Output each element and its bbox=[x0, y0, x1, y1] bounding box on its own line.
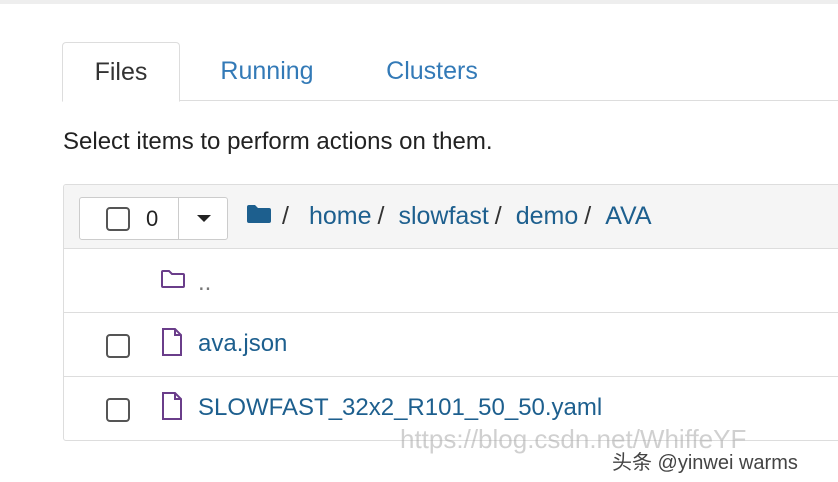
list-item-name[interactable]: ava.json bbox=[198, 330, 287, 358]
tab-clusters[interactable]: Clusters bbox=[372, 42, 492, 101]
select-all-checkbox[interactable] bbox=[106, 207, 130, 231]
selection-hint: Select items to perform actions on them. bbox=[63, 128, 493, 155]
list-item-parent-folder[interactable]: .. bbox=[64, 249, 838, 313]
file-icon bbox=[160, 391, 184, 426]
selected-count: 0 bbox=[146, 206, 159, 231]
tab-running[interactable]: Running bbox=[202, 42, 332, 101]
file-list-header: 0 / home / slowfast / demo / AVA bbox=[64, 185, 838, 249]
select-all-button[interactable]: 0 bbox=[80, 198, 179, 239]
tab-files[interactable]: Files bbox=[62, 42, 180, 102]
breadcrumb-separator: / bbox=[584, 201, 592, 230]
breadcrumb-slowfast[interactable]: slowfast bbox=[398, 202, 488, 231]
breadcrumb-ava[interactable]: AVA bbox=[605, 202, 651, 231]
item-checkbox[interactable] bbox=[106, 398, 130, 422]
select-all-group: 0 bbox=[79, 197, 228, 240]
breadcrumb: / home / slowfast / demo / AVA bbox=[246, 199, 652, 233]
list-item-ava-json[interactable]: ava.json bbox=[64, 313, 838, 377]
list-item-name[interactable]: .. bbox=[198, 269, 211, 297]
list-item-name[interactable]: SLOWFAST_32x2_R101_50_50.yaml bbox=[198, 394, 602, 422]
file-list: 0 / home / slowfast / demo / AVA .. ava.… bbox=[63, 184, 838, 441]
breadcrumb-separator: / bbox=[377, 201, 385, 230]
select-menu-dropdown[interactable] bbox=[180, 198, 227, 239]
breadcrumb-separator: / bbox=[282, 201, 289, 230]
breadcrumb-home[interactable]: home bbox=[309, 202, 372, 231]
tab-bar: Files Running Clusters bbox=[62, 42, 838, 102]
caret-down-icon bbox=[196, 215, 211, 222]
top-border bbox=[0, 0, 838, 4]
file-icon bbox=[160, 327, 184, 362]
item-checkbox[interactable] bbox=[106, 334, 130, 358]
folder-outline-icon bbox=[160, 269, 186, 294]
watermark-credit: 头条 @yinwei warms bbox=[612, 452, 798, 474]
breadcrumb-separator: / bbox=[494, 201, 502, 230]
folder-icon[interactable] bbox=[246, 202, 272, 231]
breadcrumb-demo[interactable]: demo bbox=[516, 202, 579, 231]
